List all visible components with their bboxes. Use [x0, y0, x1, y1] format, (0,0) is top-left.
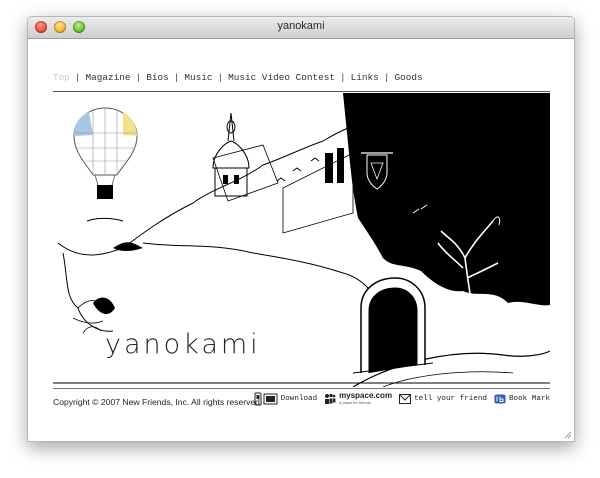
nav-divider — [53, 91, 550, 92]
nav-bios[interactable]: Bios — [146, 72, 169, 83]
myspace-icon — [325, 393, 336, 404]
copyright-text: Copyright © 2007 New Friends, Inc. All r… — [53, 397, 263, 407]
tell-your-friend-link[interactable]: tell your friend — [399, 394, 487, 404]
title-bar: yanokami — [28, 17, 574, 39]
envelope-icon — [399, 394, 412, 404]
hero-illustration: yanokami — [53, 93, 550, 387]
bookmark-icon — [494, 394, 506, 404]
main-nav: Top | Magazine | Bios | Music | Music Video Cont… — [53, 72, 423, 83]
download-label: Download — [280, 395, 318, 403]
footer-divider — [53, 388, 550, 389]
myspace-link[interactable]: myspace.com a place for friends — [324, 392, 392, 406]
footer-links: Download myspace.com a place for friends … — [247, 392, 550, 406]
site-logo[interactable]: yanokami — [105, 329, 261, 360]
tell-your-friend-label: tell your friend — [414, 395, 487, 403]
nav-top[interactable]: Top — [53, 72, 70, 83]
nav-music[interactable]: Music — [184, 72, 212, 83]
nav-goods[interactable]: Goods — [394, 72, 422, 83]
window-title: yanokami — [277, 20, 325, 32]
nav-links[interactable]: Links — [351, 72, 379, 83]
nav-magazine[interactable]: Magazine — [86, 72, 131, 83]
myspace-logo: myspace.com a place for friends — [339, 391, 393, 406]
resize-grip-icon[interactable] — [564, 431, 572, 439]
nav-music-video-contest[interactable]: Music Video Contest — [228, 72, 335, 83]
phone-icon — [254, 392, 278, 406]
download-link[interactable]: Download — [254, 392, 317, 406]
bookmark-link[interactable]: Book Mark — [494, 394, 550, 404]
browser-window: yanokami Top | Magazine | Bios | Music | Music V… — [27, 16, 575, 442]
bookmark-label: Book Mark — [508, 395, 550, 403]
